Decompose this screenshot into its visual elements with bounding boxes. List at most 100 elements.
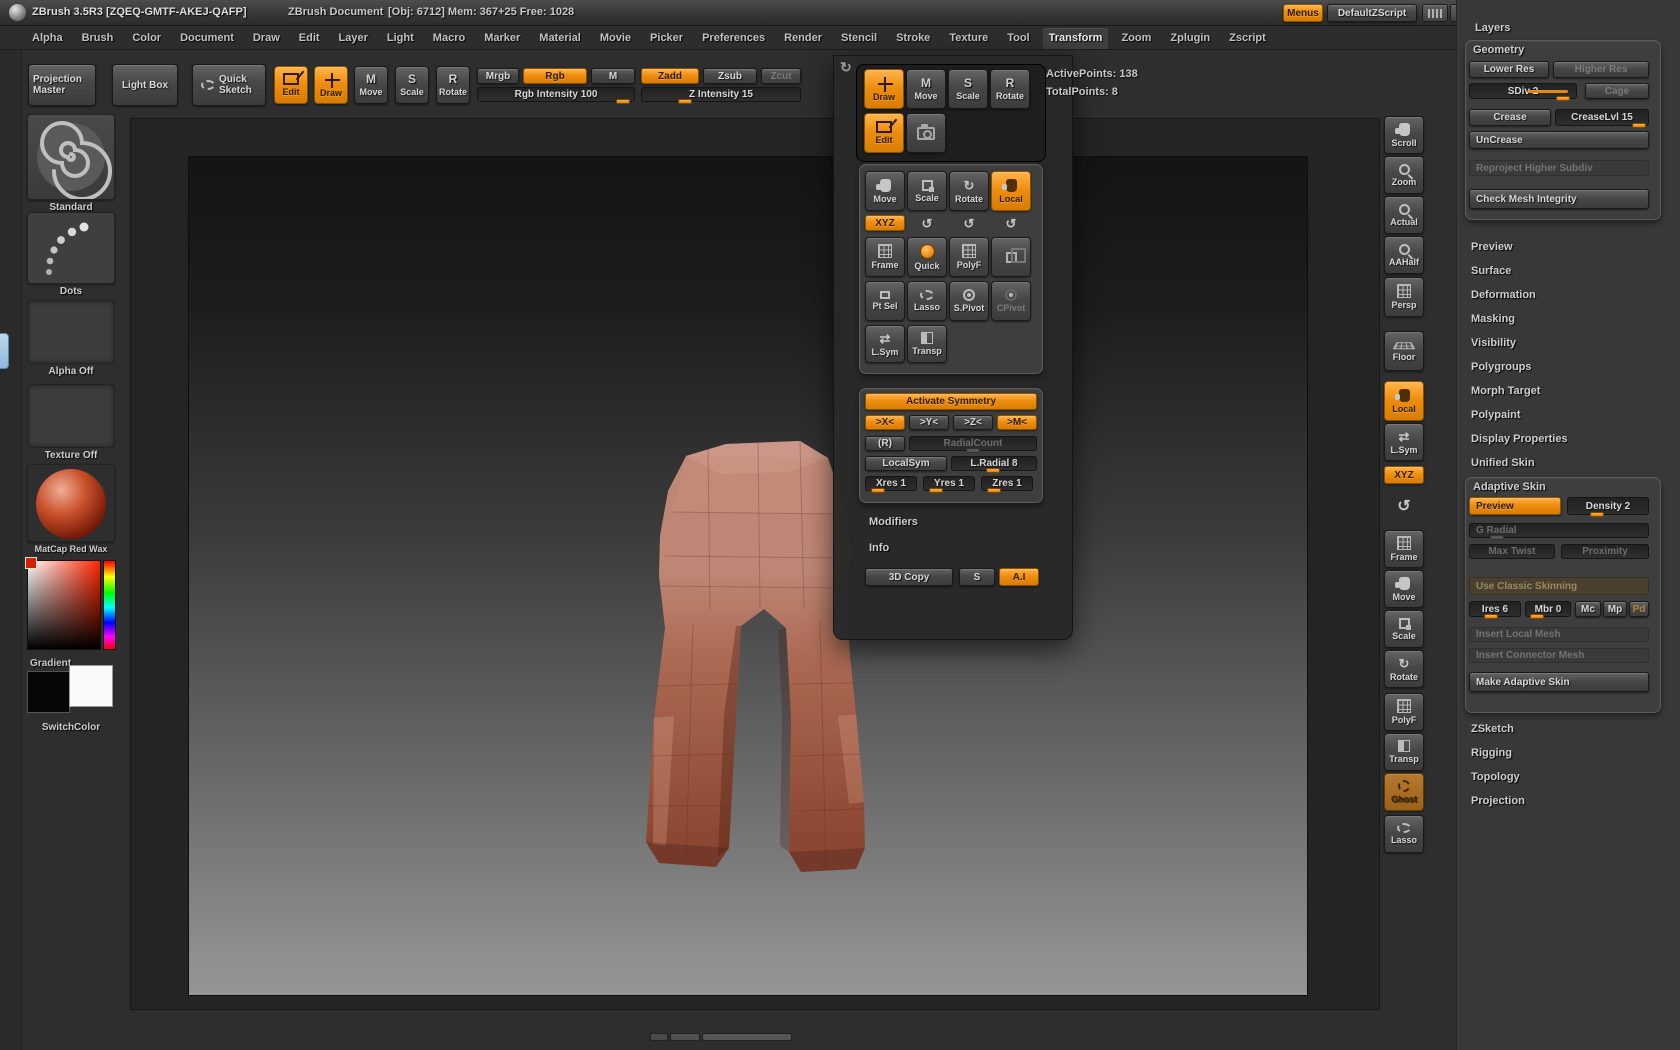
rgb-button[interactable]: Rgb xyxy=(523,68,587,84)
check-mesh-button[interactable]: Check Mesh Integrity xyxy=(1469,189,1649,209)
menu-picker[interactable]: Picker xyxy=(644,28,689,49)
shelf-persp-button[interactable]: Persp xyxy=(1384,277,1424,317)
model-3d[interactable] xyxy=(188,156,1308,996)
menu-marker[interactable]: Marker xyxy=(478,28,526,49)
sym-x-button[interactable]: >X< xyxy=(865,415,905,430)
activate-symmetry-button[interactable]: Activate Symmetry xyxy=(865,393,1037,410)
tp-draw-button[interactable]: Draw xyxy=(864,69,904,109)
canvas-h-scrollbar[interactable] xyxy=(650,1032,792,1042)
tp-move-button[interactable]: M Move xyxy=(906,69,946,109)
projection-master-button[interactable]: Projection Master xyxy=(28,64,96,106)
stroke-thumbnail[interactable] xyxy=(27,212,115,284)
section-preview[interactable]: Preview xyxy=(1471,241,1513,253)
menu-zplugin[interactable]: Zplugin xyxy=(1164,28,1216,49)
zadd-button[interactable]: Zadd xyxy=(641,68,699,84)
modifiers-section-header[interactable]: Modifiers xyxy=(869,516,918,528)
tp-scale-button[interactable]: S Scale xyxy=(948,69,988,109)
menu-stroke[interactable]: Stroke xyxy=(890,28,936,49)
cage-button[interactable]: Cage xyxy=(1585,83,1649,99)
lower-res-button[interactable]: Lower Res xyxy=(1469,61,1549,78)
gyro-move-button[interactable]: Move xyxy=(865,171,905,211)
shelf-rotate-button[interactable]: ↻ Rotate xyxy=(1384,650,1424,688)
use-classic-skinning-button[interactable]: Use Classic Skinning xyxy=(1469,577,1649,595)
yres-handle[interactable] xyxy=(929,488,943,493)
section-display-properties[interactable]: Display Properties xyxy=(1471,433,1568,445)
tp-camera-button[interactable] xyxy=(906,113,946,153)
polyf-button[interactable]: PolyF xyxy=(949,237,989,277)
cpivot-button[interactable]: CPivot xyxy=(991,281,1031,321)
menu-edit[interactable]: Edit xyxy=(293,28,326,49)
s-toggle-button[interactable]: S xyxy=(959,568,995,586)
make-adaptive-skin-button[interactable]: Make Adaptive Skin xyxy=(1469,672,1649,692)
spivot-button[interactable]: S.Pivot xyxy=(949,281,989,321)
alpha-thumbnail[interactable] xyxy=(27,300,115,364)
geometry-section-header[interactable]: Geometry xyxy=(1473,44,1524,56)
shelf-transp-button[interactable]: Transp xyxy=(1384,733,1424,771)
lasso-button[interactable]: Lasso xyxy=(907,281,947,321)
mp-button[interactable]: Mp xyxy=(1603,601,1627,617)
palette-reset-icon[interactable]: ↻ xyxy=(840,60,852,74)
yres-slider[interactable]: Yres 1 xyxy=(923,476,975,491)
spin-button[interactable] xyxy=(991,237,1031,277)
primary-color-swatch[interactable] xyxy=(69,665,113,707)
zsub-button[interactable]: Zsub xyxy=(703,68,757,84)
menu-document[interactable]: Document xyxy=(174,28,240,49)
l-radial-handle[interactable] xyxy=(986,468,1000,473)
crease-lvl-slider[interactable]: CreaseLvl 15 xyxy=(1555,109,1649,126)
color-picker[interactable] xyxy=(27,560,101,650)
xres-handle[interactable] xyxy=(871,488,885,493)
sym-r-button[interactable]: (R) xyxy=(865,436,905,451)
info-section-header[interactable]: Info xyxy=(869,542,889,554)
m-button[interactable]: M xyxy=(591,68,635,84)
adaptive-skin-header[interactable]: Adaptive Skin xyxy=(1473,481,1546,493)
menu-draw[interactable]: Draw xyxy=(247,28,286,49)
max-twist-slider[interactable]: Max Twist xyxy=(1469,544,1555,559)
sym-y-button[interactable]: >Y< xyxy=(909,415,949,430)
shelf-scroll-button[interactable]: Scroll xyxy=(1384,116,1424,154)
left-tray-handle[interactable] xyxy=(0,333,9,369)
menu-texture[interactable]: Texture xyxy=(943,28,994,49)
density-slider[interactable]: Density 2 xyxy=(1567,497,1649,515)
section-rigging[interactable]: Rigging xyxy=(1471,747,1512,759)
shelf-frame-button[interactable]: Frame xyxy=(1384,530,1424,568)
z-intensity-slider[interactable]: Z Intensity 15 xyxy=(641,87,801,102)
gyro-local-button[interactable]: Local xyxy=(991,171,1031,211)
section-unified-skin[interactable]: Unified Skin xyxy=(1471,457,1535,469)
light-box-button[interactable]: Light Box xyxy=(112,64,178,106)
ires-slider[interactable]: Ires 6 xyxy=(1469,601,1521,617)
section-surface[interactable]: Surface xyxy=(1471,265,1511,277)
x-axis-button[interactable]: ↺ xyxy=(907,213,947,233)
transp-button[interactable]: Transp xyxy=(907,325,947,363)
sym-m-button[interactable]: >M< xyxy=(997,415,1037,430)
quick-sketch-button[interactable]: Quick Sketch xyxy=(192,64,266,106)
menu-light[interactable]: Light xyxy=(381,28,420,49)
tp-edit-button[interactable]: Edit xyxy=(864,113,904,153)
mc-button[interactable]: Mc xyxy=(1575,601,1601,617)
insert-connector-mesh-button[interactable]: Insert Connector Mesh xyxy=(1469,648,1649,663)
rotate-mode-button[interactable]: R Rotate xyxy=(436,66,470,104)
mbr-handle[interactable] xyxy=(1530,614,1544,619)
xres-slider[interactable]: Xres 1 xyxy=(865,476,917,491)
section-masking[interactable]: Masking xyxy=(1471,313,1515,325)
section-deformation[interactable]: Deformation xyxy=(1471,289,1536,301)
gradient-label[interactable]: Gradient xyxy=(30,658,71,669)
layers-palette-header[interactable]: Layers xyxy=(1475,22,1510,34)
shelf-scale-button[interactable]: Scale xyxy=(1384,610,1424,648)
radial-count-slider[interactable]: RadialCount xyxy=(909,436,1037,451)
crease-lvl-handle[interactable] xyxy=(1632,123,1646,128)
shelf-floor-button[interactable]: Floor xyxy=(1384,331,1424,371)
shelf-local-button[interactable]: Local xyxy=(1384,381,1424,421)
insert-local-mesh-button[interactable]: Insert Local Mesh xyxy=(1469,627,1649,642)
current-color-swatch[interactable] xyxy=(25,557,37,569)
gyro-rotate-button[interactable]: ↻ Rotate xyxy=(949,171,989,211)
menu-brush[interactable]: Brush xyxy=(76,28,120,49)
shelf-zoom-button[interactable]: Zoom xyxy=(1384,156,1424,194)
menu-preferences[interactable]: Preferences xyxy=(696,28,771,49)
section-polygroups[interactable]: Polygroups xyxy=(1471,361,1532,373)
hue-strip[interactable] xyxy=(103,560,116,650)
higher-res-button[interactable]: Higher Res xyxy=(1553,61,1649,78)
menus-button[interactable]: Menus xyxy=(1283,4,1323,22)
as-preview-button[interactable]: Preview xyxy=(1469,497,1561,515)
section-zsketch[interactable]: ZSketch xyxy=(1471,723,1514,735)
material-thumbnail[interactable] xyxy=(27,464,115,542)
